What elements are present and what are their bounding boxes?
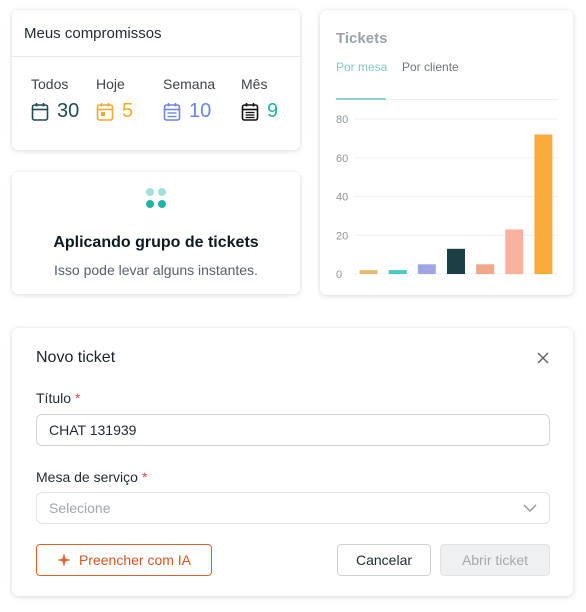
required-mark: * <box>141 469 148 485</box>
loading-card: Aplicando grupo de tickets Isso pode lev… <box>12 172 300 294</box>
new-ticket-modal: Novo ticket Título* Mesa de serviço* Sel… <box>12 328 573 596</box>
open-ticket-button[interactable]: Abrir ticket <box>440 544 550 576</box>
tab-por-cliente[interactable]: Por cliente <box>402 60 459 74</box>
y-tick-label: 0 <box>336 269 342 281</box>
spinner-dot <box>158 200 166 208</box>
period-month[interactable]: Mês 9 <box>241 76 278 123</box>
loading-spinner-icon <box>146 188 168 210</box>
service-desk-label-text: Mesa de serviço <box>36 469 138 485</box>
commitments-title: Meus compromissos <box>12 10 300 57</box>
sparkle-icon <box>56 553 71 567</box>
fill-with-ai-label: Preencher com IA <box>78 552 192 568</box>
tab-por-mesa[interactable]: Por mesa <box>336 60 387 74</box>
loading-subtext: Isso pode levar alguns instantes. <box>54 262 258 278</box>
chart-bar[interactable] <box>476 264 495 274</box>
tickets-tabs: Por mesa Por cliente <box>336 60 558 100</box>
period-label: Semana <box>163 76 216 92</box>
period-label: Todos <box>31 76 69 92</box>
calendar-icon <box>31 102 49 121</box>
spinner-dot <box>158 188 166 196</box>
spinner-dot <box>146 188 154 196</box>
chart-bar[interactable] <box>417 264 436 274</box>
period-week[interactable]: Semana 10 <box>163 76 215 123</box>
required-mark: * <box>75 390 81 406</box>
period-count: 5 <box>122 100 134 122</box>
service-desk-select[interactable]: Selecione <box>36 492 550 524</box>
title-label-text: Título <box>36 390 72 406</box>
title-input[interactable] <box>36 414 550 446</box>
title-field-label: Título * <box>36 390 80 406</box>
y-tick-label: 40 <box>336 192 348 204</box>
tickets-chart-card: Tickets Por mesa Por cliente 0 20 40 60 80 <box>320 10 573 295</box>
chart-bar[interactable] <box>388 270 407 274</box>
period-all[interactable]: Todos 30 <box>31 76 79 123</box>
spinner-dot <box>146 200 154 208</box>
period-count: 10 <box>189 100 212 122</box>
y-tick-label: 60 <box>336 153 348 165</box>
period-count: 30 <box>57 100 80 122</box>
period-label: Mês <box>241 76 268 92</box>
service-desk-field-label: Mesa de serviço * <box>36 469 147 485</box>
tickets-title: Tickets <box>336 30 388 47</box>
cancel-button[interactable]: Cancelar <box>337 544 431 576</box>
chart-bar[interactable] <box>447 248 465 274</box>
y-tick-label: 80 <box>336 114 348 126</box>
y-tick-label: 20 <box>336 230 348 242</box>
calendar-month-icon <box>241 102 259 121</box>
commitments-card: Meus compromissos Todos 30 Hoje 5 Semana… <box>12 10 300 150</box>
chart-bar[interactable] <box>534 134 553 275</box>
calendar-week-icon <box>163 102 181 121</box>
chart-bar[interactable] <box>359 270 378 274</box>
loading-heading: Aplicando grupo de tickets <box>53 234 259 251</box>
calendar-today-icon <box>96 102 114 121</box>
fill-with-ai-button[interactable]: Preencher com IA <box>36 544 212 576</box>
chevron-down-icon <box>523 504 537 512</box>
active-tab-indicator <box>336 98 386 100</box>
period-label: Hoje <box>96 76 125 92</box>
service-desk-placeholder: Selecione <box>49 500 111 516</box>
close-icon[interactable] <box>533 348 553 368</box>
chart-bar[interactable] <box>505 229 524 274</box>
modal-title: Novo ticket <box>36 349 116 366</box>
tickets-bar-chart: 0 20 40 60 80 <box>336 114 558 281</box>
period-count: 9 <box>267 100 279 122</box>
period-today[interactable]: Hoje 5 <box>96 76 133 123</box>
